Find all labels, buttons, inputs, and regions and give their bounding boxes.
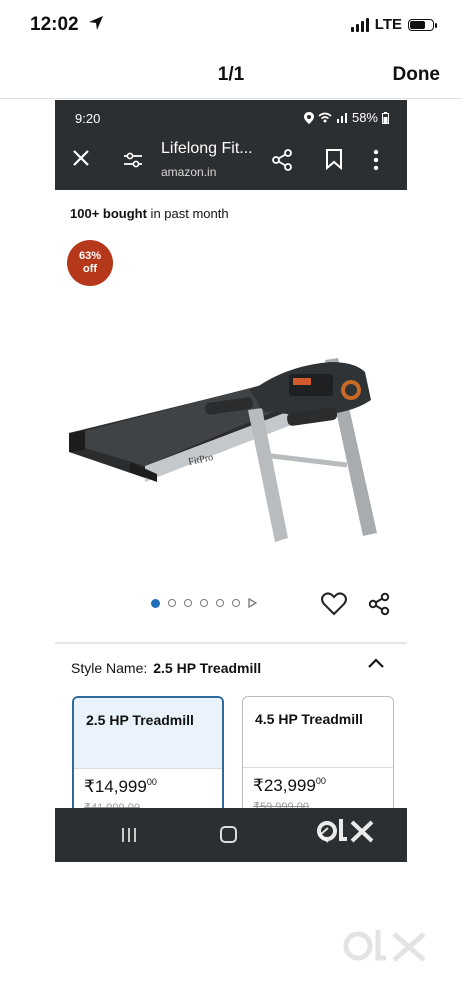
android-status-time: 9:20	[75, 111, 101, 126]
filter-icon[interactable]	[123, 151, 143, 174]
browser-toolbar: 9:20 58% Lifelong Fit... amazon.in	[55, 100, 407, 190]
location-pin-icon	[303, 111, 314, 124]
bought-period: in past month	[146, 206, 229, 221]
style-option-price: ₹14,99900	[84, 777, 157, 796]
heart-icon[interactable]	[321, 592, 347, 621]
style-selected: 2.5 HP Treadmill	[153, 660, 262, 676]
android-status-icons: 58%	[303, 110, 389, 125]
close-icon[interactable]	[71, 148, 91, 173]
android-battery-text: 58%	[351, 110, 378, 125]
signal-icon	[350, 17, 369, 32]
page-domain: amazon.in	[161, 165, 217, 179]
style-option-card[interactable]: 4.5 HP Treadmill ₹23,99900 ₹59,999.00	[242, 696, 394, 826]
screenshot-image: 9:20 58% Lifelong Fit... amazon.in 100+ …	[55, 100, 407, 862]
location-arrow-icon	[88, 15, 104, 36]
video-play-icon[interactable]	[248, 598, 257, 608]
recent-apps-icon[interactable]	[121, 827, 137, 848]
done-button[interactable]: Done	[393, 64, 441, 86]
style-name-row: Style Name: 2.5 HP Treadmill	[71, 660, 261, 676]
wifi-icon	[318, 112, 332, 123]
battery-icon	[408, 18, 437, 31]
style-option-name: 4.5 HP Treadmill	[255, 711, 363, 727]
carousel-dot[interactable]	[151, 598, 160, 608]
header-divider	[0, 98, 462, 99]
more-icon[interactable]	[373, 149, 379, 176]
carousel-dot[interactable]	[184, 599, 192, 607]
android-nav-bar	[55, 808, 407, 862]
carousel-dots[interactable]	[151, 598, 257, 608]
style-option-name: 2.5 HP Treadmill	[74, 698, 222, 768]
bought-info: 100+ bought in past month	[70, 206, 229, 221]
carousel-dot[interactable]	[232, 599, 240, 607]
android-signal-icon	[336, 113, 347, 123]
share-icon[interactable]	[367, 592, 391, 621]
bought-count: 100+ bought	[70, 206, 147, 221]
product-image-treadmill[interactable]: FitPro	[55, 250, 407, 550]
style-option-old-price: ₹59,999.00	[253, 801, 309, 808]
olx-watermark-small	[317, 816, 381, 855]
home-icon[interactable]	[220, 826, 237, 843]
style-label: Style Name:	[71, 660, 148, 676]
section-divider	[55, 642, 407, 644]
style-option-card[interactable]: 2.5 HP Treadmill ₹14,99900 ₹41,999.00	[72, 696, 224, 826]
style-option-price: ₹23,99900	[253, 776, 326, 795]
olx-watermark	[342, 924, 434, 977]
carousel-dot[interactable]	[216, 599, 224, 607]
carousel-dot[interactable]	[200, 599, 208, 607]
carousel-dot[interactable]	[168, 599, 176, 607]
caret-up-icon[interactable]	[367, 656, 385, 674]
bookmark-icon[interactable]	[325, 148, 343, 175]
ios-status-right: LTE	[350, 16, 437, 33]
page-title: Lifelong Fit...	[161, 140, 253, 157]
ios-status-time: 12:02	[30, 14, 79, 35]
android-battery-icon	[382, 111, 389, 124]
share-icon[interactable]	[271, 149, 293, 176]
network-label: LTE	[374, 16, 402, 33]
